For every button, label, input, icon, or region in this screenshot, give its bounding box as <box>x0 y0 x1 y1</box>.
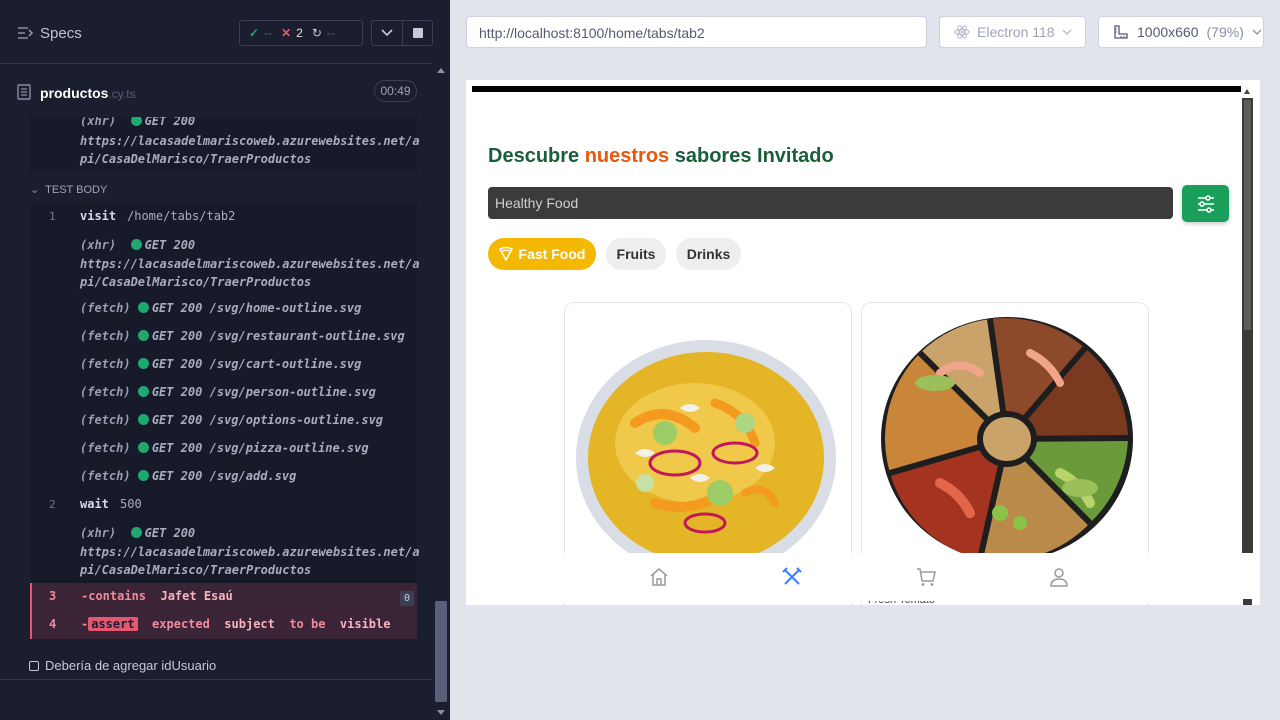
product-image-seafood-platter <box>881 317 1133 559</box>
spinner-icon: ↻ <box>311 26 322 40</box>
status-dot-icon <box>130 239 142 250</box>
bottom-tab-bar <box>562 553 1241 601</box>
status-dot-icon <box>130 527 142 538</box>
electron-icon <box>954 25 970 39</box>
status-dot-icon <box>137 470 149 481</box>
command-log: (xhr) GET 200 https://lacasadelmariscowe… <box>0 117 432 642</box>
chevron-down-icon: ⌄ <box>30 184 40 196</box>
person-icon[interactable] <box>1048 566 1070 588</box>
pending-stat: ↻ -- <box>311 26 335 40</box>
spec-file-name: productos.cy.ts <box>40 85 136 101</box>
url-bar[interactable]: http://localhost:8100/home/tabs/tab2 <box>466 16 927 48</box>
command-row[interactable]: (fetch) GET 200 /svg/person-outline.svg <box>30 379 417 407</box>
stop-icon <box>412 28 423 38</box>
test-status-icon <box>29 661 39 671</box>
pizza-icon <box>498 247 513 261</box>
command-row[interactable]: (xhr) GET 200 https://lacasadelmariscowe… <box>30 231 420 295</box>
status-dot-icon <box>137 358 149 369</box>
command-row-contains[interactable]: 3 -contains Jafet Esaú 0 <box>32 583 417 611</box>
status-dot-icon <box>130 117 142 126</box>
failed-commands: 3 -contains Jafet Esaú 0 4 - assert expec… <box>30 583 417 639</box>
app-preview: Descubre nuestros sabores Invitado Healt… <box>466 80 1260 605</box>
cart-icon[interactable] <box>915 566 937 588</box>
command-row[interactable]: (fetch) GET 200 /svg/home-outline.svg <box>30 295 417 323</box>
home-icon[interactable] <box>648 566 670 588</box>
category-chip-fruits[interactable]: Fruits <box>606 238 666 270</box>
status-dot-icon <box>137 330 149 341</box>
app-header-bar <box>472 86 1241 92</box>
command-row[interactable]: (xhr) GET 200 https://lacasadelmariscowe… <box>30 117 420 171</box>
filter-button[interactable] <box>1182 185 1229 222</box>
app-scrollbar[interactable] <box>1241 88 1254 605</box>
specs-title: Specs <box>40 25 82 42</box>
assert-badge: assert <box>88 617 138 631</box>
failed-stat: ✕ 2 <box>281 26 303 40</box>
status-dot-icon <box>137 386 149 397</box>
scroll-thumb[interactable] <box>1244 100 1251 330</box>
chevron-down-icon <box>381 29 393 37</box>
restaurant-icon[interactable] <box>781 566 803 588</box>
search-input[interactable]: Healthy Food <box>488 187 1173 219</box>
status-dot-icon <box>137 442 149 453</box>
category-chip-drinks[interactable]: Drinks <box>676 238 741 270</box>
command-row[interactable]: (xhr) GET 200 https://lacasadelmariscowe… <box>30 519 420 583</box>
test-body-toggle[interactable]: ⌄ TEST BODY <box>30 183 107 196</box>
command-row-assert[interactable]: 4 - assert expected subject to be visible <box>32 611 417 639</box>
scroll-up-icon[interactable] <box>437 68 445 73</box>
chevron-down-icon <box>1252 29 1262 35</box>
scroll-down-icon[interactable] <box>437 710 445 715</box>
next-test-title: Debería de agregar idUsuario <box>45 658 217 673</box>
test-stats: ✓ -- ✕ 2 ↻ -- <box>239 20 363 46</box>
options-icon <box>1197 194 1214 213</box>
match-count-badge: 0 <box>400 591 414 606</box>
passed-stat: ✓ -- <box>249 26 273 40</box>
scroll-down-icon[interactable] <box>1243 599 1252 605</box>
command-log-scrollbar[interactable] <box>432 64 450 720</box>
duration-badge: 00:49 <box>374 80 417 102</box>
command-row[interactable]: (fetch) GET 200 /svg/cart-outline.svg <box>30 351 417 379</box>
check-icon: ✓ <box>249 26 260 40</box>
specs-list-icon[interactable] <box>16 24 34 42</box>
command-row[interactable]: 2 wait 500 <box>30 491 417 519</box>
page-title: Descubre nuestros sabores Invitado <box>488 145 834 167</box>
x-icon: ✕ <box>281 26 292 40</box>
specs-header: Specs ✓ -- ✕ 2 ↻ -- <box>0 0 433 64</box>
stop-button[interactable] <box>403 20 433 46</box>
viewport-selector[interactable]: 1000x660 (79%) <box>1098 16 1264 48</box>
browser-selector[interactable]: Electron 118 <box>939 16 1086 48</box>
spec-file-row[interactable]: productos.cy.ts 00:49 <box>0 65 432 117</box>
cypress-runner-panel: Specs ✓ -- ✕ 2 ↻ -- productos.cy.ts 00:4… <box>0 0 450 720</box>
command-row[interactable]: (fetch) GET 200 /svg/add.svg <box>30 463 417 491</box>
command-row[interactable]: (fetch) GET 200 /svg/options-outline.svg <box>30 407 417 435</box>
collapse-button[interactable] <box>371 20 403 46</box>
status-dot-icon <box>137 302 149 313</box>
scroll-thumb[interactable] <box>435 601 447 702</box>
command-row[interactable]: (fetch) GET 200 /svg/pizza-outline.svg <box>30 435 417 463</box>
ruler-icon <box>1114 25 1128 39</box>
scroll-up-icon[interactable] <box>1244 89 1250 94</box>
command-row[interactable]: (fetch) GET 200 /svg/restaurant-outline.… <box>30 323 417 351</box>
category-chip-fast-food[interactable]: Fast Food <box>488 238 596 270</box>
next-test-row[interactable]: Debería de agregar idUsuario <box>0 642 432 680</box>
status-dot-icon <box>137 414 149 425</box>
command-row[interactable]: 1 visit /home/tabs/tab2 <box>30 203 417 231</box>
document-icon <box>17 84 31 100</box>
product-image-ceviche <box>576 340 836 573</box>
chevron-down-icon <box>1062 29 1072 35</box>
